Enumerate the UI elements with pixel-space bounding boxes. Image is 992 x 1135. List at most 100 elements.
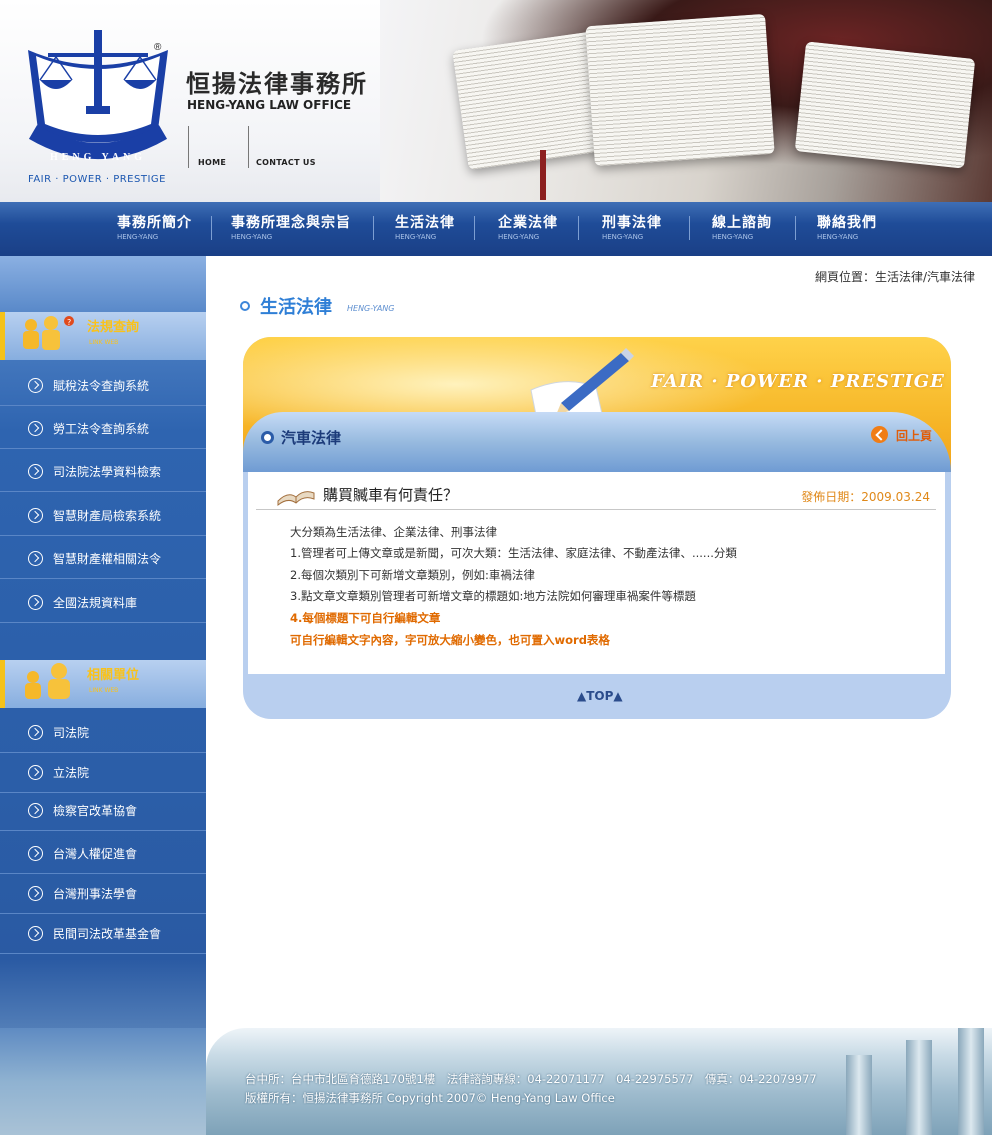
sidebar-item-label: 司法院 (53, 726, 90, 740)
nav-sub-label: HENG-YANG (395, 233, 437, 241)
sidebar-item-label: 司法院法學資料檢索 (53, 465, 162, 479)
article-line: 3.點文章文章類別管理者可新增文章的標題如:地方法院如何審理車禍案件等標題 (290, 589, 696, 603)
sidebar-item-labor-law[interactable]: 勞工法令查詢系統 (0, 409, 206, 449)
nav-separator (373, 216, 374, 240)
nav-item-about[interactable]: 事務所簡介 HENG-YANG (117, 212, 192, 241)
contact-us-link[interactable]: CONTACT US (256, 158, 316, 167)
nav-label: 事務所理念與宗旨 (231, 215, 351, 231)
arrow-right-icon (28, 378, 43, 393)
sidebar-item-label: 賦稅法令查詢系統 (53, 379, 150, 393)
sidebar-item-ip-law[interactable]: 智慧財產權相關法令 (0, 539, 206, 579)
arrow-right-icon (28, 846, 43, 861)
tagline: FAIR · POWER · PRESTIGE (28, 174, 166, 185)
sidebar-item-judicial-reform-fund[interactable]: 民間司法改革基金會 (0, 914, 206, 954)
circle-bullet-icon (261, 431, 274, 444)
column-decoration (958, 1028, 984, 1135)
sidebar: ? 法規查詢 LINK WEB 賦稅法令查詢系統 勞工法令查詢系統 司法院法學資… (0, 256, 206, 1135)
sidebar-item-label: 智慧財產局檢索系統 (53, 509, 162, 523)
article-line: 2.每個次類別下可新增文章類別，例如:車禍法律 (290, 568, 535, 582)
home-link[interactable]: HOME (198, 158, 226, 167)
page-title: 生活法律 (260, 297, 332, 318)
people-icon: ? (23, 316, 74, 350)
sidebar-item-label: 民間司法改革基金會 (53, 927, 162, 941)
hengyang-logo: HENG YANG ® (28, 30, 168, 163)
sidebar-item-legislative-yuan[interactable]: 立法院 (0, 753, 206, 793)
nav-separator (211, 216, 212, 240)
site-footer: 台中所：台中市北區育德路170號1樓 法律諮詢專線：04-22071177 04… (206, 1028, 992, 1135)
back-arrow-icon (871, 426, 888, 443)
nav-item-business-law[interactable]: 企業法律 HENG-YANG (498, 212, 558, 241)
nav-item-philosophy[interactable]: 事務所理念與宗旨 HENG-YANG (231, 212, 351, 241)
main-nav: 事務所簡介 HENG-YANG 事務所理念與宗旨 HENG-YANG 生活法律 … (0, 202, 992, 256)
sidebar-item-label: 智慧財產權相關法令 (53, 552, 162, 566)
firm-name-en: HENG-YANG LAW OFFICE (187, 98, 352, 112)
footer-address: 台中所：台中市北區育德路170號1樓 法律諮詢專線：04-22071177 04… (245, 1072, 817, 1086)
svg-text:®: ® (154, 42, 162, 53)
arrow-right-icon (28, 551, 43, 566)
arrow-right-icon (28, 765, 43, 780)
sidebar-item-judicial-db[interactable]: 司法院法學資料檢索 (0, 452, 206, 492)
sidebar-heading-agencies: 相關單位 LINK WEB (0, 660, 206, 708)
nav-label: 企業法律 (498, 215, 558, 231)
circle-bullet-icon (240, 301, 250, 311)
nav-sub-label: HENG-YANG (117, 233, 159, 241)
sidebar-heading-regulations: ? 法規查詢 LINK WEB (0, 312, 206, 360)
sidebar-item-label: 台灣刑事法學會 (53, 887, 138, 901)
article-header: 購買贓車有何責任？ 發佈日期：2009.03.24 (256, 482, 936, 510)
nav-sub-label: HENG-YANG (712, 233, 754, 241)
sidebar-item-prosecutor-reform[interactable]: 檢察官改革協會 (0, 791, 206, 831)
nav-sub-label: HENG-YANG (231, 233, 273, 241)
sidebar-item-tax-law[interactable]: 賦稅法令查詢系統 (0, 366, 206, 406)
nav-item-online-consult[interactable]: 線上諮詢 HENG-YANG (712, 212, 772, 241)
content-panel: FAIR · POWER · PRESTIGE 汽車法律 回上頁 購買贓車有何責… (243, 337, 951, 719)
sidebar-item-criminal-law-society[interactable]: 台灣刑事法學會 (0, 874, 206, 914)
sidebar-heading-title: 法規查詢 (87, 320, 140, 335)
site-header: HENG YANG ® 恒揚法律事務所 HENG-YANG LAW OFFICE… (0, 0, 992, 202)
nav-separator (689, 216, 690, 240)
logo-text: HENG YANG (50, 152, 146, 163)
footer-left-bg (0, 1028, 206, 1135)
nav-item-criminal-law[interactable]: 刑事法律 HENG-YANG (602, 212, 662, 241)
header-books-image (380, 0, 992, 202)
back-button-label: 回上頁 (896, 429, 933, 443)
sidebar-item-label: 台灣人權促進會 (53, 847, 138, 861)
nav-sub-label: HENG-YANG (498, 233, 540, 241)
page-title-sub: HENG-YANG (347, 304, 395, 313)
sidebar-heading-sub: LINK WEB (89, 339, 119, 346)
sidebar-item-ip-search[interactable]: 智慧財產局檢索系統 (0, 496, 206, 536)
nav-label: 線上諮詢 (712, 215, 772, 231)
header-divider (188, 126, 189, 168)
banner-slogan: FAIR · POWER · PRESTIGE (651, 371, 945, 392)
sidebar-item-national-laws[interactable]: 全國法規資料庫 (0, 583, 206, 623)
nav-label: 生活法律 (395, 215, 455, 231)
arrow-right-icon (28, 421, 43, 436)
article-title: 購買贓車有何責任？ (323, 486, 459, 504)
sidebar-item-label: 立法院 (53, 766, 90, 780)
sidebar-item-judicial-yuan[interactable]: 司法院 (0, 713, 206, 753)
nav-label: 刑事法律 (602, 215, 662, 231)
sidebar-item-human-rights[interactable]: 台灣人權促進會 (0, 834, 206, 874)
column-decoration (906, 1040, 932, 1135)
nav-separator (795, 216, 796, 240)
arrow-right-icon (28, 595, 43, 610)
column-decoration (846, 1055, 872, 1135)
nav-separator (578, 216, 579, 240)
arrow-right-icon (28, 508, 43, 523)
back-to-top-link[interactable]: ▲TOP▲ (577, 689, 623, 703)
footer-copyright: 版權所有：恒揚法律事務所 Copyright 2007© Heng-Yang L… (245, 1091, 615, 1105)
arrow-right-icon (28, 725, 43, 740)
arrow-right-icon (28, 464, 43, 479)
category-title: 汽車法律 (281, 429, 342, 447)
nav-item-life-law[interactable]: 生活法律 HENG-YANG (395, 212, 455, 241)
nav-label: 事務所簡介 (117, 215, 192, 231)
nav-label: 聯絡我們 (817, 215, 877, 231)
article-highlight-line: 可自行編輯文字內容，字可放大縮小變色，也可置入word表格 (290, 633, 610, 647)
nav-item-contact[interactable]: 聯絡我們 HENG-YANG (817, 212, 877, 241)
sidebar-item-label: 勞工法令查詢系統 (53, 422, 150, 436)
article: 購買贓車有何責任？ 發佈日期：2009.03.24 大分類為生活法律、企業法律、… (248, 472, 945, 674)
people-icon (25, 663, 70, 699)
nav-separator (474, 216, 475, 240)
arrow-right-icon (28, 803, 43, 818)
article-line: 大分類為生活法律、企業法律、刑事法律 (290, 525, 497, 539)
nav-sub-label: HENG-YANG (817, 233, 859, 241)
